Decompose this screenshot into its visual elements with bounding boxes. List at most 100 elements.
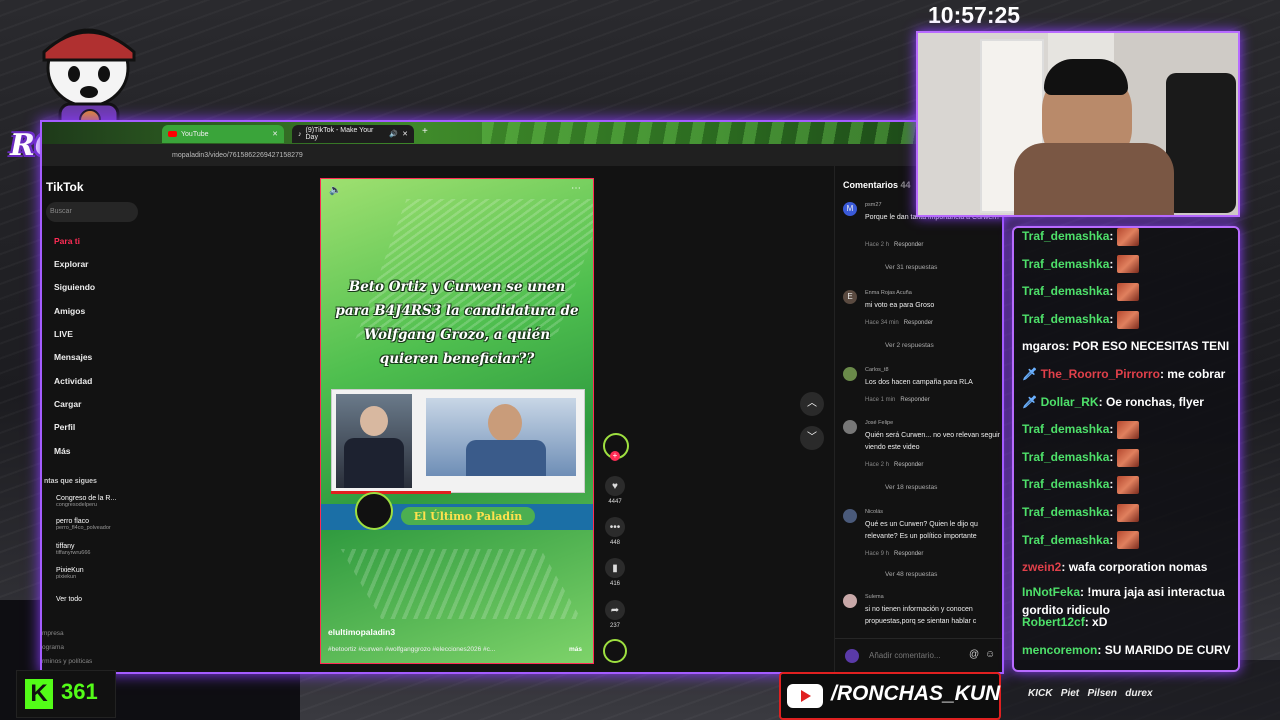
reply-button[interactable]: Responder bbox=[894, 551, 923, 557]
chat-username[interactable]: Traf_demashka bbox=[1022, 505, 1109, 519]
chat-username[interactable]: Traf_demashka bbox=[1022, 312, 1109, 326]
mention-icon[interactable]: @ bbox=[969, 649, 979, 660]
share-button[interactable]: ➦ 237 bbox=[604, 600, 626, 629]
search-input[interactable]: Buscar bbox=[46, 202, 138, 222]
share-count: 237 bbox=[609, 623, 620, 629]
footer-link[interactable]: ograma bbox=[42, 644, 64, 651]
sidebar-item-amigos[interactable]: Amigos bbox=[54, 306, 85, 316]
chat-username[interactable]: zwein2 bbox=[1022, 560, 1061, 574]
comment-button[interactable]: ••• 448 bbox=[604, 517, 626, 546]
chat-username[interactable]: mencoremon bbox=[1022, 643, 1097, 657]
following-account[interactable]: Congreso de la R... congresodelperu bbox=[56, 495, 116, 508]
chat-emote-icon bbox=[1116, 476, 1139, 495]
comment-user[interactable]: Sulema bbox=[865, 594, 884, 600]
chat-separator: : bbox=[1109, 422, 1117, 437]
chat-username[interactable]: InNotFeka bbox=[1022, 585, 1080, 599]
chat-username[interactable]: The_Roorro_Pirrorro bbox=[1041, 367, 1160, 381]
view-replies[interactable]: Ver 2 respuestas bbox=[885, 342, 934, 349]
chat-username[interactable]: Traf_demashka bbox=[1022, 257, 1109, 271]
chat-username[interactable]: Traf_demashka bbox=[1022, 229, 1109, 243]
following-account[interactable]: tiffany tiffanyrwru666 bbox=[56, 543, 90, 556]
chat-separator: : bbox=[1109, 532, 1117, 547]
chat-username[interactable]: Traf_demashka bbox=[1022, 450, 1109, 464]
video-author[interactable]: elultimopaladin3 bbox=[328, 627, 395, 637]
comment-time: Hace 34 min bbox=[865, 320, 899, 326]
kick-viewer-badge: K 361 bbox=[16, 670, 116, 718]
avatar[interactable]: M bbox=[843, 202, 857, 216]
like-button[interactable]: ♥ 4447 bbox=[604, 476, 626, 505]
video-hashtags[interactable]: #betoortiz #curwen #wolfganggrozo #elecc… bbox=[328, 646, 548, 653]
view-replies[interactable]: Ver 48 respuestas bbox=[885, 571, 937, 578]
chat-separator: : bbox=[1098, 394, 1106, 409]
more-link[interactable]: más bbox=[569, 646, 582, 653]
avatar[interactable]: E bbox=[843, 290, 857, 304]
avatar[interactable] bbox=[843, 509, 857, 523]
comment-user[interactable]: José Felipe bbox=[865, 420, 893, 426]
tab-youtube[interactable]: YouTube ✕ bbox=[162, 125, 284, 143]
chat-username[interactable]: Robert12cf bbox=[1022, 615, 1085, 629]
reply-button[interactable]: Responder bbox=[894, 242, 923, 248]
comment-user[interactable]: Enma Rojas Acuña bbox=[865, 290, 912, 296]
reply-button[interactable]: Responder bbox=[894, 462, 923, 468]
streamer-cap bbox=[1044, 59, 1128, 95]
volume-icon[interactable]: 🔈 bbox=[329, 185, 341, 196]
save-button[interactable]: ▮ 416 bbox=[604, 558, 626, 587]
address-bar[interactable]: mopaladin3/video/7615862269427158279 bbox=[42, 144, 1002, 166]
sidebar-item-perfil[interactable]: Perfil bbox=[54, 422, 75, 432]
view-replies[interactable]: Ver 18 respuestas bbox=[885, 484, 937, 491]
emoji-icon[interactable]: ☺ bbox=[985, 649, 995, 660]
chat-text: xD bbox=[1092, 615, 1108, 630]
chat-username[interactable]: Dollar_RK bbox=[1041, 395, 1099, 409]
tiktok-brand[interactable]: TikTok bbox=[46, 180, 84, 194]
sidebar-item-cargar[interactable]: Cargar bbox=[54, 399, 81, 409]
comment-user[interactable]: psm27 bbox=[865, 202, 882, 208]
chat-username[interactable]: Traf_demashka bbox=[1022, 477, 1109, 491]
music-disc-icon[interactable] bbox=[603, 639, 627, 663]
following-account[interactable]: perro flaco perro_fl4co_polveadоr bbox=[56, 518, 111, 531]
chat-username[interactable]: Traf_demashka bbox=[1022, 422, 1109, 436]
video-player[interactable]: 🔈 ⋯ Beto Ortiz y Curwen se unen para B4J… bbox=[320, 178, 594, 664]
comment-meta: Hace 9 h Responder bbox=[865, 551, 923, 557]
reply-button[interactable]: Responder bbox=[900, 397, 929, 403]
sidebar-item-siguiendo[interactable]: Siguiendo bbox=[54, 282, 95, 292]
view-replies[interactable]: Ver 31 respuestas bbox=[885, 264, 937, 271]
following-account[interactable]: PixieKun pixiekun bbox=[56, 567, 84, 580]
see-all-link[interactable]: Ver todo bbox=[56, 596, 82, 603]
comments-count: 44 bbox=[900, 180, 911, 190]
follow-plus-icon[interactable]: + bbox=[610, 451, 620, 461]
chevron-down-icon[interactable]: ﹀ bbox=[800, 426, 824, 450]
more-options-icon[interactable]: ⋯ bbox=[571, 183, 581, 194]
chat-username[interactable]: Traf_demashka bbox=[1022, 284, 1109, 298]
tab-tiktok[interactable]: ♪ (9)TikTok - Make Your Day 🔊 ✕ bbox=[292, 125, 414, 143]
avatar[interactable] bbox=[843, 420, 857, 434]
new-tab-button[interactable]: + bbox=[422, 126, 428, 137]
comment-user[interactable]: Carlos_t8 bbox=[865, 367, 889, 373]
footer-link[interactable]: rminos y políticas bbox=[42, 658, 92, 665]
chat-emote-icon bbox=[1116, 283, 1139, 302]
chat-username[interactable]: mgaros bbox=[1022, 339, 1065, 353]
channel-logo-icon bbox=[355, 492, 393, 530]
chat-message: zwein2: wafa corporation nomas bbox=[1022, 555, 1234, 579]
chat-text: Oe ronchas, flyer bbox=[1105, 394, 1204, 409]
close-icon[interactable]: ✕ bbox=[402, 130, 408, 138]
sidebar-item-mensajes[interactable]: Mensajes bbox=[54, 352, 92, 362]
chat-username[interactable]: Traf_demashka bbox=[1022, 533, 1109, 547]
person-right-image bbox=[426, 398, 576, 476]
sidebar-item-explorar[interactable]: Explorar bbox=[54, 259, 89, 269]
sidebar-item-actividad[interactable]: Actividad bbox=[54, 376, 92, 386]
comment-time: Hace 2 h bbox=[865, 462, 890, 468]
user-avatar bbox=[845, 649, 859, 663]
reply-button[interactable]: Responder bbox=[904, 320, 933, 326]
save-count: 416 bbox=[609, 581, 620, 587]
chevron-up-icon[interactable]: ︿ bbox=[800, 392, 824, 416]
sidebar-item-mas[interactable]: Más bbox=[54, 446, 71, 456]
close-icon[interactable]: ✕ bbox=[272, 130, 278, 138]
comment-user[interactable]: Nicolás bbox=[865, 509, 883, 515]
sidebar-item-live[interactable]: LIVE bbox=[54, 329, 73, 339]
avatar[interactable] bbox=[843, 367, 857, 381]
comment-input[interactable]: Añadir comentario... bbox=[869, 651, 941, 660]
sidebar-item-para-ti[interactable]: Para ti bbox=[54, 236, 80, 246]
avatar[interactable] bbox=[843, 594, 857, 608]
footer-link[interactable]: mpresa bbox=[42, 630, 64, 637]
chat-message: Traf_demashka: bbox=[1022, 228, 1234, 248]
